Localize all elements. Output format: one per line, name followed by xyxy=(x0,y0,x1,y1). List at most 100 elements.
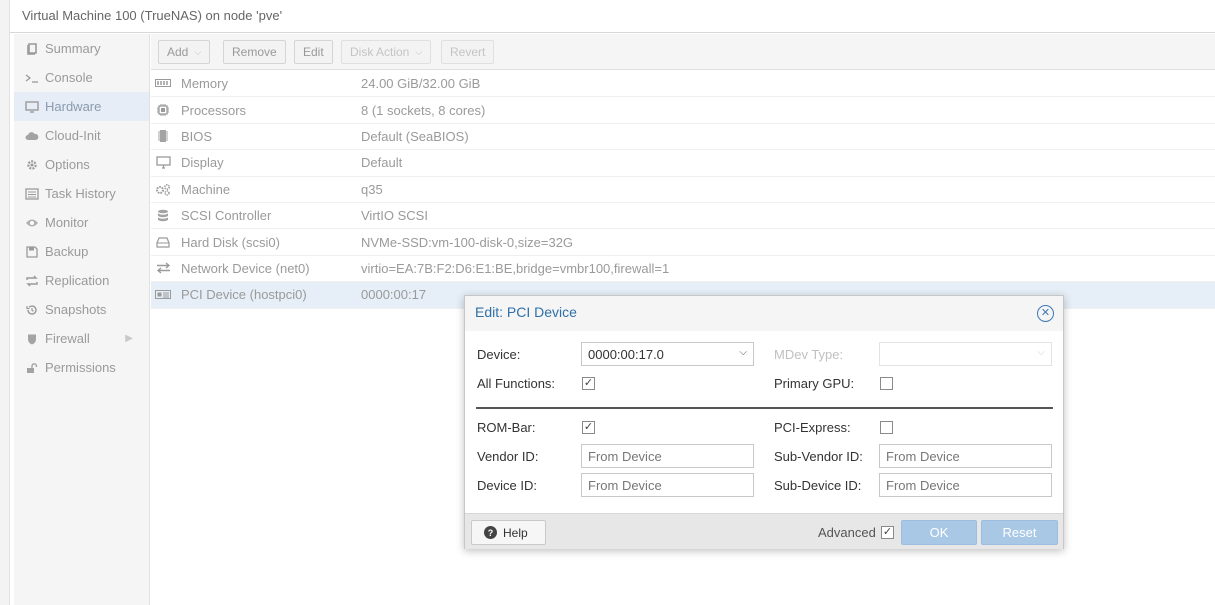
sidebar-item-label: Task History xyxy=(45,186,116,201)
submenu-arrow-icon: ▶ xyxy=(125,333,133,344)
window-title-bar: Virtual Machine 100 (TrueNAS) on node 'p… xyxy=(10,0,1215,33)
sidebar-item-monitor[interactable]: Monitor xyxy=(14,208,149,237)
primary-gpu-label: Primary GPU: xyxy=(774,376,855,391)
hardware-row-display[interactable]: Display Default xyxy=(151,150,1215,177)
gear-icon xyxy=(23,159,41,171)
edit-pci-device-dialog: Edit: PCI Device ✕ Device: 0000:00:17.0 … xyxy=(464,295,1064,549)
chevron-down-icon: ⌵ xyxy=(415,46,423,57)
sidebar-item-task-history[interactable]: Task History xyxy=(14,179,149,208)
sidebar-item-summary[interactable]: Summary xyxy=(14,34,149,63)
mdev-type-label: MDev Type: xyxy=(774,347,844,362)
shield-icon xyxy=(23,333,41,345)
cloud-icon xyxy=(23,131,41,141)
vm-sidebar: Summary Console Hardware Cloud-Init Opti… xyxy=(14,34,150,605)
sidebar-item-label: Summary xyxy=(45,41,101,56)
terminal-icon xyxy=(23,72,41,84)
pci-express-checkbox[interactable] xyxy=(880,421,893,434)
memory-icon xyxy=(154,79,172,88)
sub-device-id-input[interactable]: From Device xyxy=(879,473,1052,497)
hardware-name: Display xyxy=(181,155,224,171)
remove-button[interactable]: Remove xyxy=(223,40,286,64)
history-icon xyxy=(23,304,41,316)
check-icon: ✓ xyxy=(882,526,893,538)
device-select-value: 0000:00:17.0 xyxy=(588,347,664,362)
primary-gpu-checkbox[interactable] xyxy=(880,377,893,390)
reset-button-label: Reset xyxy=(1002,525,1037,540)
sidebar-item-firewall[interactable]: Firewall ▶ xyxy=(14,324,149,353)
rombar-checkbox[interactable]: ✓ xyxy=(582,421,595,434)
chevron-down-icon: ⌵ xyxy=(194,46,202,57)
desktop-icon xyxy=(154,156,172,170)
sidebar-item-options[interactable]: Options xyxy=(14,150,149,179)
sidebar-item-cloud-init[interactable]: Cloud-Init xyxy=(14,121,149,150)
dialog-footer: ? Help Advanced ✓ OK Reset xyxy=(465,513,1063,549)
help-button[interactable]: ? Help xyxy=(471,520,546,545)
dialog-header: Edit: PCI Device ✕ xyxy=(465,296,1063,331)
sidebar-item-hardware[interactable]: Hardware xyxy=(14,92,149,121)
sidebar-item-console[interactable]: Console xyxy=(14,63,149,92)
hardware-name: Processors xyxy=(181,102,247,118)
sub-vendor-id-input[interactable]: From Device xyxy=(879,444,1052,468)
hardware-row-bios[interactable]: BIOS Default (SeaBIOS) xyxy=(151,124,1215,151)
cpu-icon xyxy=(154,103,172,117)
advanced-label: Advanced xyxy=(818,525,876,540)
hardware-value: 24.00 GiB/32.00 GiB xyxy=(361,76,481,92)
device-select[interactable]: 0000:00:17.0 ⌵ xyxy=(581,342,754,366)
hardware-row-scsi-controller[interactable]: SCSI Controller VirtIO SCSI xyxy=(151,203,1215,230)
check-icon: ✓ xyxy=(583,377,594,389)
device-id-input[interactable]: From Device xyxy=(581,473,754,497)
hardware-value: q35 xyxy=(361,181,383,197)
hardware-name: BIOS xyxy=(181,128,213,144)
sidebar-item-label: Monitor xyxy=(45,215,89,230)
disk-action-label: Disk Action xyxy=(350,45,410,59)
add-button-label: Add xyxy=(167,45,189,59)
hardware-toolbar: Add ⌵ Remove Edit Disk Action ⌵ Revert xyxy=(151,34,1215,70)
hardware-row-machine[interactable]: Machine q35 xyxy=(151,177,1215,203)
sidebar-item-label: Firewall xyxy=(45,331,90,346)
sidebar-item-label: Options xyxy=(45,157,90,172)
hardware-row-hard-disk[interactable]: Hard Disk (scsi0) NVMe-SSD:vm-100-disk-0… xyxy=(151,229,1215,256)
sidebar-item-permissions[interactable]: Permissions xyxy=(14,353,149,382)
sidebar-item-label: Console xyxy=(45,70,93,85)
sidebar-item-snapshots[interactable]: Snapshots xyxy=(14,295,149,324)
advanced-checkbox[interactable]: ✓ xyxy=(881,526,894,539)
sub-vendor-id-label: Sub-Vendor ID: xyxy=(774,449,863,464)
remove-button-label: Remove xyxy=(232,45,277,59)
dialog-title: Edit: PCI Device xyxy=(475,304,577,320)
vendor-id-label: Vendor ID: xyxy=(477,449,539,464)
sidebar-item-label: Backup xyxy=(45,244,89,259)
mdev-type-select[interactable]: ⌵ xyxy=(879,342,1052,366)
add-button[interactable]: Add ⌵ xyxy=(158,40,211,64)
hardware-row-processors[interactable]: Processors 8 (1 sockets, 8 cores) xyxy=(151,97,1215,124)
pci-card-icon xyxy=(154,289,172,300)
all-functions-checkbox[interactable]: ✓ xyxy=(582,377,595,390)
monitor-icon xyxy=(23,100,41,113)
chevron-down-icon: ⌵ xyxy=(1037,347,1045,358)
vendor-id-placeholder: From Device xyxy=(588,449,662,464)
hardware-row-network-device[interactable]: Network Device (net0) virtio=EA:7B:F2:D6… xyxy=(151,256,1215,283)
sidebar-item-backup[interactable]: Backup xyxy=(14,237,149,266)
ok-button[interactable]: OK xyxy=(901,520,977,545)
disk-action-button[interactable]: Disk Action ⌵ xyxy=(341,40,432,64)
hardware-value: virtio=EA:7B:F2:D6:E1:BE,bridge=vmbr100,… xyxy=(361,260,670,276)
hardware-name: Network Device (net0) xyxy=(181,260,310,276)
edit-button[interactable]: Edit xyxy=(294,40,333,64)
vendor-id-input[interactable]: From Device xyxy=(581,444,754,468)
rombar-label: ROM-Bar: xyxy=(477,420,536,435)
sidebar-item-replication[interactable]: Replication xyxy=(14,266,149,295)
hardware-value: Default (SeaBIOS) xyxy=(361,128,469,144)
sidebar-item-label: Snapshots xyxy=(45,302,107,317)
hardware-row-memory[interactable]: Memory 24.00 GiB/32.00 GiB xyxy=(151,71,1215,98)
sidebar-item-label: Hardware xyxy=(45,99,102,114)
sub-vendor-id-placeholder: From Device xyxy=(886,449,960,464)
window-title: Virtual Machine 100 (TrueNAS) on node 'p… xyxy=(22,8,283,23)
hardware-name: Machine xyxy=(181,181,231,197)
reset-button[interactable]: Reset xyxy=(981,520,1058,545)
sync-icon xyxy=(23,275,41,287)
microchip-icon xyxy=(154,129,172,143)
revert-button[interactable]: Revert xyxy=(441,40,495,64)
advanced-separator xyxy=(476,407,1053,409)
book-icon xyxy=(23,42,41,55)
close-icon[interactable]: ✕ xyxy=(1037,305,1054,322)
ok-button-label: OK xyxy=(929,525,949,540)
